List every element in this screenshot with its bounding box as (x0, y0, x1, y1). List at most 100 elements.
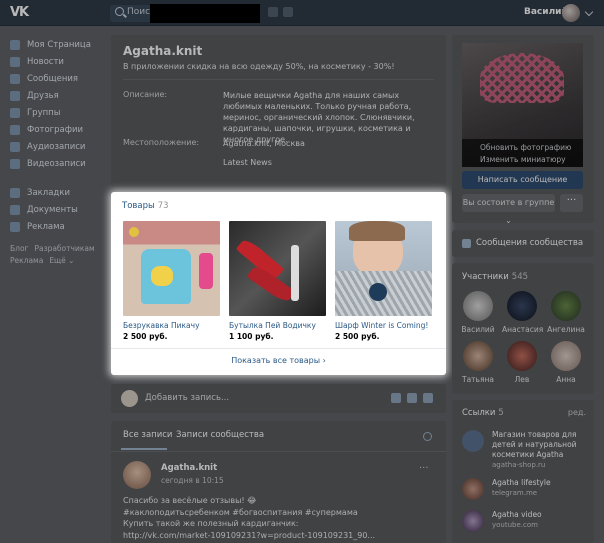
member-item[interactable]: Василий (458, 291, 498, 334)
member-item[interactable]: Анна (546, 341, 586, 384)
member-item[interactable]: Татьяна (458, 341, 498, 384)
chevron-down-icon[interactable] (584, 7, 594, 17)
member-item[interactable]: Ангелина (546, 291, 586, 334)
avatar[interactable] (123, 461, 151, 489)
product-price: 2 500 руб. (335, 332, 380, 341)
top-icons (268, 7, 310, 19)
footer-blog-link[interactable]: Блог (10, 244, 28, 253)
vk-logo[interactable]: VK (10, 5, 32, 21)
avatar (462, 510, 484, 532)
product-name[interactable]: Бутылка Пей Водичку (229, 321, 326, 330)
link-title[interactable]: Магазин товаров для детей и натуральной … (492, 430, 588, 460)
new-post-placeholder[interactable]: Добавить запись... (145, 393, 229, 403)
post-time[interactable]: сегодня в 10:15 (161, 476, 224, 485)
more-button[interactable]: ··· (560, 194, 583, 212)
avatar (507, 291, 537, 321)
nav-friends[interactable]: Друзья (10, 87, 105, 104)
members-title[interactable]: Участники 545 (462, 272, 528, 282)
avatar-card: Обновить фотографию Изменить миниатюру Н… (452, 35, 594, 225)
video-icon (10, 158, 20, 169)
goods-title[interactable]: Товары 73 (122, 201, 169, 211)
nav-bookmarks[interactable]: Закладки (10, 184, 105, 201)
page-title: Agatha.knit (123, 44, 203, 58)
notifications-icon[interactable] (268, 7, 278, 17)
nav-messages[interactable]: Сообщения (10, 70, 105, 87)
avatar-menu: Обновить фотографию Изменить миниатюру (462, 139, 583, 167)
tab-all-posts[interactable]: Все записи (123, 430, 172, 440)
avatar (551, 291, 581, 321)
product-image[interactable] (229, 221, 326, 316)
link-title[interactable]: Agatha video (492, 510, 588, 520)
latest-news-link[interactable]: Latest News (223, 157, 272, 168)
send-message-button[interactable]: Написать сообщение (462, 171, 583, 189)
nav-ads[interactable]: Реклама (10, 218, 105, 235)
links-title[interactable]: Ссылки 5 (462, 408, 504, 418)
nav-photos[interactable]: Фотографии (10, 121, 105, 138)
member-item[interactable]: Лев (502, 341, 542, 384)
friends-icon (10, 90, 20, 101)
link-url: telegram.me (492, 489, 538, 497)
divider (123, 79, 434, 80)
avatar (463, 291, 493, 321)
location-value[interactable]: Agatha.knit, Москва (223, 138, 305, 149)
location-label: Местоположение: (123, 138, 200, 147)
photos-icon (10, 124, 20, 135)
nav-footer: Блог Разработчикам Реклама Ещё ⌄ (10, 243, 105, 267)
membership-dropdown[interactable]: Вы состоите в группе ⌄ (462, 194, 555, 225)
edit-thumbnail-link[interactable]: Изменить миниатюру (480, 154, 583, 166)
update-photo-link[interactable]: Обновить фотографию (480, 142, 583, 154)
music-icon[interactable] (283, 7, 293, 17)
nav-my-page[interactable]: Моя Страница (10, 36, 105, 53)
chat-icon (462, 239, 471, 248)
crown-image (480, 53, 564, 103)
product-image[interactable] (123, 221, 220, 316)
tab-community-posts[interactable]: Записи сообщества (176, 430, 264, 440)
music-icon[interactable] (423, 393, 433, 403)
product-image[interactable] (335, 221, 432, 316)
description-value: Милые вещички Agatha для наших самых люб… (223, 91, 415, 144)
nav-documents[interactable]: Документы (10, 201, 105, 218)
goods-count: 73 (157, 201, 169, 211)
goods-item[interactable]: Шарф Winter is Coming! 2 500 руб. (335, 221, 432, 341)
goods-item[interactable]: Бутылка Пей Водичку 1 100 руб. (229, 221, 326, 341)
member-item[interactable]: Анастасия (502, 291, 543, 334)
community-messages-card[interactable]: Сообщения сообщества (452, 230, 594, 257)
wall-card: Все записи Записи сообщества Agatha.knit… (111, 421, 446, 543)
product-name[interactable]: Шарф Winter is Coming! (335, 321, 432, 330)
product-price: 1 100 руб. (229, 332, 274, 341)
more-icon[interactable]: ··· (419, 463, 429, 474)
camera-icon[interactable] (391, 393, 401, 403)
footer-more-link[interactable]: Ещё ⌄ (49, 256, 74, 265)
user-avatar[interactable] (562, 4, 580, 22)
footer-ads-link[interactable]: Реклама (10, 256, 43, 265)
footer-developers-link[interactable]: Разработчикам (34, 244, 94, 253)
nav-groups[interactable]: Группы (10, 104, 105, 121)
members-card: Участники 545 Василий Анастасия Ангелина … (452, 263, 594, 394)
nav-video[interactable]: Видеозаписи (10, 155, 105, 172)
community-messages-label[interactable]: Сообщения сообщества (476, 238, 583, 248)
home-icon (10, 39, 20, 50)
video-icon[interactable] (407, 393, 417, 403)
left-nav: Моя Страница Новости Сообщения Друзья Гр… (10, 36, 105, 267)
nav-news[interactable]: Новости (10, 53, 105, 70)
active-tab-indicator (121, 448, 167, 450)
search-icon (115, 7, 124, 16)
audio-icon (10, 141, 20, 152)
top-bar: VK Поиск Василий (0, 0, 604, 26)
nav-audio[interactable]: Аудиозаписи (10, 138, 105, 155)
avatar (121, 390, 138, 407)
redacted-block (150, 4, 260, 23)
edit-links-link[interactable]: ред. (568, 408, 586, 417)
groups-icon (10, 107, 20, 118)
post-text: Спасибо за весёлые отзывы! 😂 #каклоподит… (123, 496, 376, 540)
show-all-goods-link[interactable]: Показать все товары › (111, 356, 446, 365)
links-count: 5 (498, 408, 504, 418)
profile-card: Agatha.knit В приложении скидка на всю о… (111, 35, 446, 187)
post-author[interactable]: Agatha.knit (161, 463, 217, 473)
product-name[interactable]: Безрукавка Пикачу (123, 321, 220, 330)
new-post-box[interactable]: Добавить запись... (111, 384, 446, 413)
ads-icon (10, 221, 20, 232)
goods-item[interactable]: Безрукавка Пикачу 2 500 руб. (123, 221, 220, 341)
search-icon[interactable] (423, 432, 432, 441)
link-title[interactable]: Agatha lifestyle (492, 478, 588, 488)
